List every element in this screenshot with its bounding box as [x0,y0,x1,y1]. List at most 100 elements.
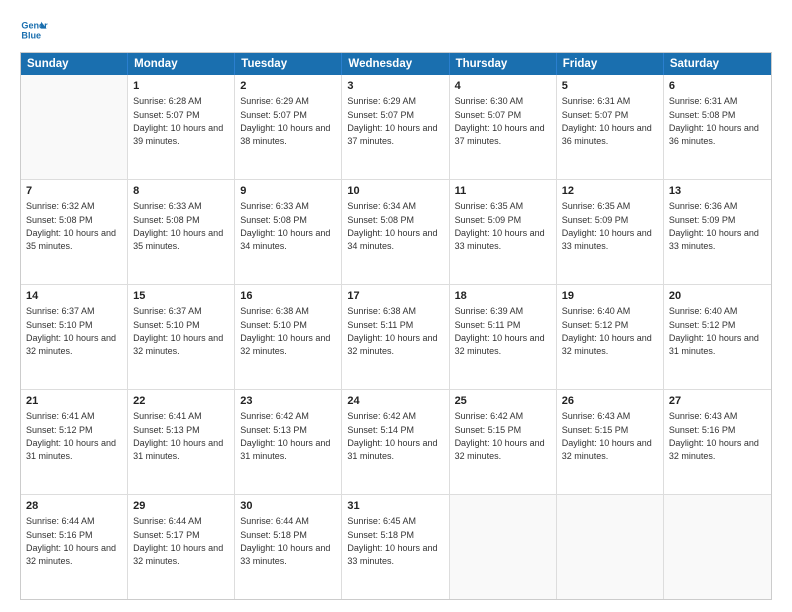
day-number: 25 [455,394,551,409]
day-number: 23 [240,394,336,409]
day-cell-2: 2 Sunrise: 6:29 AMSunset: 5:07 PMDayligh… [235,75,342,179]
day-info: Sunrise: 6:40 AMSunset: 5:12 PMDaylight:… [562,306,652,356]
day-info: Sunrise: 6:44 AMSunset: 5:17 PMDaylight:… [133,516,223,566]
weekday-header-friday: Friday [557,53,664,75]
day-number: 8 [133,184,229,199]
day-cell-10: 10 Sunrise: 6:34 AMSunset: 5:08 PMDaylig… [342,180,449,284]
day-number: 31 [347,499,443,514]
empty-cell [664,495,771,599]
calendar-row-1: 1 Sunrise: 6:28 AMSunset: 5:07 PMDayligh… [21,75,771,180]
calendar-header: SundayMondayTuesdayWednesdayThursdayFrid… [21,53,771,75]
day-info: Sunrise: 6:31 AMSunset: 5:07 PMDaylight:… [562,96,652,146]
day-number: 11 [455,184,551,199]
day-cell-5: 5 Sunrise: 6:31 AMSunset: 5:07 PMDayligh… [557,75,664,179]
day-number: 18 [455,289,551,304]
day-info: Sunrise: 6:42 AMSunset: 5:14 PMDaylight:… [347,411,437,461]
day-info: Sunrise: 6:37 AMSunset: 5:10 PMDaylight:… [133,306,223,356]
weekday-header-wednesday: Wednesday [342,53,449,75]
calendar-row-4: 21 Sunrise: 6:41 AMSunset: 5:12 PMDaylig… [21,390,771,495]
day-cell-27: 27 Sunrise: 6:43 AMSunset: 5:16 PMDaylig… [664,390,771,494]
day-info: Sunrise: 6:45 AMSunset: 5:18 PMDaylight:… [347,516,437,566]
day-number: 19 [562,289,658,304]
page: General Blue SundayMondayTuesdayWednesda… [0,0,792,612]
logo: General Blue [20,16,52,44]
weekday-header-thursday: Thursday [450,53,557,75]
day-cell-8: 8 Sunrise: 6:33 AMSunset: 5:08 PMDayligh… [128,180,235,284]
day-info: Sunrise: 6:29 AMSunset: 5:07 PMDaylight:… [347,96,437,146]
day-number: 1 [133,79,229,94]
day-number: 22 [133,394,229,409]
day-info: Sunrise: 6:35 AMSunset: 5:09 PMDaylight:… [562,201,652,251]
day-number: 6 [669,79,766,94]
day-info: Sunrise: 6:32 AMSunset: 5:08 PMDaylight:… [26,201,116,251]
weekday-header-monday: Monday [128,53,235,75]
day-info: Sunrise: 6:44 AMSunset: 5:18 PMDaylight:… [240,516,330,566]
day-cell-13: 13 Sunrise: 6:36 AMSunset: 5:09 PMDaylig… [664,180,771,284]
day-number: 28 [26,499,122,514]
day-info: Sunrise: 6:43 AMSunset: 5:16 PMDaylight:… [669,411,759,461]
day-info: Sunrise: 6:41 AMSunset: 5:13 PMDaylight:… [133,411,223,461]
day-info: Sunrise: 6:41 AMSunset: 5:12 PMDaylight:… [26,411,116,461]
day-cell-12: 12 Sunrise: 6:35 AMSunset: 5:09 PMDaylig… [557,180,664,284]
day-cell-3: 3 Sunrise: 6:29 AMSunset: 5:07 PMDayligh… [342,75,449,179]
day-number: 4 [455,79,551,94]
day-cell-26: 26 Sunrise: 6:43 AMSunset: 5:15 PMDaylig… [557,390,664,494]
logo-icon: General Blue [20,16,48,44]
day-cell-30: 30 Sunrise: 6:44 AMSunset: 5:18 PMDaylig… [235,495,342,599]
day-number: 21 [26,394,122,409]
day-number: 2 [240,79,336,94]
day-number: 24 [347,394,443,409]
day-number: 20 [669,289,766,304]
day-cell-21: 21 Sunrise: 6:41 AMSunset: 5:12 PMDaylig… [21,390,128,494]
day-number: 29 [133,499,229,514]
weekday-header-saturday: Saturday [664,53,771,75]
day-info: Sunrise: 6:37 AMSunset: 5:10 PMDaylight:… [26,306,116,356]
day-info: Sunrise: 6:35 AMSunset: 5:09 PMDaylight:… [455,201,545,251]
day-number: 14 [26,289,122,304]
day-cell-19: 19 Sunrise: 6:40 AMSunset: 5:12 PMDaylig… [557,285,664,389]
day-cell-17: 17 Sunrise: 6:38 AMSunset: 5:11 PMDaylig… [342,285,449,389]
day-info: Sunrise: 6:33 AMSunset: 5:08 PMDaylight:… [133,201,223,251]
day-cell-9: 9 Sunrise: 6:33 AMSunset: 5:08 PMDayligh… [235,180,342,284]
day-info: Sunrise: 6:42 AMSunset: 5:15 PMDaylight:… [455,411,545,461]
day-info: Sunrise: 6:34 AMSunset: 5:08 PMDaylight:… [347,201,437,251]
day-cell-7: 7 Sunrise: 6:32 AMSunset: 5:08 PMDayligh… [21,180,128,284]
day-info: Sunrise: 6:39 AMSunset: 5:11 PMDaylight:… [455,306,545,356]
day-cell-14: 14 Sunrise: 6:37 AMSunset: 5:10 PMDaylig… [21,285,128,389]
calendar-row-2: 7 Sunrise: 6:32 AMSunset: 5:08 PMDayligh… [21,180,771,285]
day-cell-24: 24 Sunrise: 6:42 AMSunset: 5:14 PMDaylig… [342,390,449,494]
day-number: 10 [347,184,443,199]
day-cell-20: 20 Sunrise: 6:40 AMSunset: 5:12 PMDaylig… [664,285,771,389]
day-info: Sunrise: 6:38 AMSunset: 5:11 PMDaylight:… [347,306,437,356]
day-number: 30 [240,499,336,514]
day-info: Sunrise: 6:33 AMSunset: 5:08 PMDaylight:… [240,201,330,251]
day-number: 9 [240,184,336,199]
day-cell-22: 22 Sunrise: 6:41 AMSunset: 5:13 PMDaylig… [128,390,235,494]
calendar-row-3: 14 Sunrise: 6:37 AMSunset: 5:10 PMDaylig… [21,285,771,390]
day-info: Sunrise: 6:40 AMSunset: 5:12 PMDaylight:… [669,306,759,356]
weekday-header-sunday: Sunday [21,53,128,75]
calendar-body: 1 Sunrise: 6:28 AMSunset: 5:07 PMDayligh… [21,75,771,599]
day-number: 3 [347,79,443,94]
empty-cell [21,75,128,179]
day-number: 7 [26,184,122,199]
day-number: 16 [240,289,336,304]
day-cell-29: 29 Sunrise: 6:44 AMSunset: 5:17 PMDaylig… [128,495,235,599]
day-info: Sunrise: 6:38 AMSunset: 5:10 PMDaylight:… [240,306,330,356]
day-cell-6: 6 Sunrise: 6:31 AMSunset: 5:08 PMDayligh… [664,75,771,179]
svg-text:Blue: Blue [21,30,41,40]
day-cell-23: 23 Sunrise: 6:42 AMSunset: 5:13 PMDaylig… [235,390,342,494]
day-info: Sunrise: 6:44 AMSunset: 5:16 PMDaylight:… [26,516,116,566]
day-cell-1: 1 Sunrise: 6:28 AMSunset: 5:07 PMDayligh… [128,75,235,179]
day-number: 27 [669,394,766,409]
day-number: 13 [669,184,766,199]
day-cell-31: 31 Sunrise: 6:45 AMSunset: 5:18 PMDaylig… [342,495,449,599]
day-cell-16: 16 Sunrise: 6:38 AMSunset: 5:10 PMDaylig… [235,285,342,389]
day-cell-18: 18 Sunrise: 6:39 AMSunset: 5:11 PMDaylig… [450,285,557,389]
day-cell-15: 15 Sunrise: 6:37 AMSunset: 5:10 PMDaylig… [128,285,235,389]
day-number: 12 [562,184,658,199]
day-info: Sunrise: 6:42 AMSunset: 5:13 PMDaylight:… [240,411,330,461]
weekday-header-tuesday: Tuesday [235,53,342,75]
calendar: SundayMondayTuesdayWednesdayThursdayFrid… [20,52,772,600]
day-number: 17 [347,289,443,304]
